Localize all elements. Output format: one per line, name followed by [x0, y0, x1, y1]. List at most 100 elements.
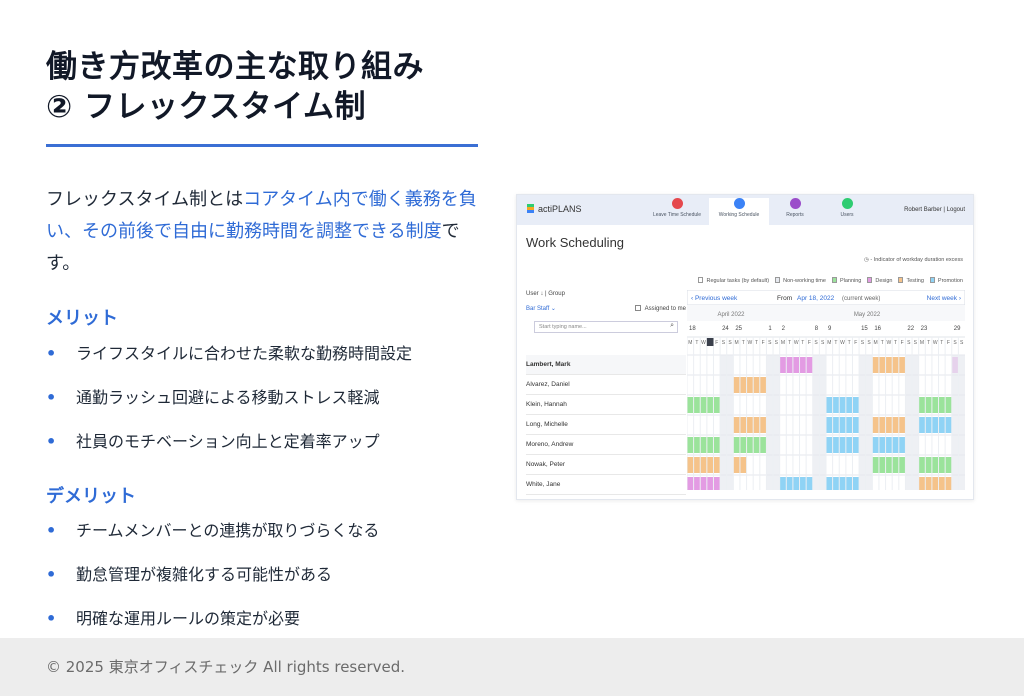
day-letter: S: [814, 340, 818, 346]
day-letter: T: [940, 340, 943, 346]
bullet-icon: •: [46, 521, 57, 540]
day-letter: S: [861, 340, 865, 346]
date-label: 16: [874, 326, 881, 332]
user-sort[interactable]: User ↓ | Group: [526, 291, 686, 305]
merits-list: • ライフスタイルに合わせた柔軟な勤務時間設定 • 通勤ラッシュ回避による移動ストレ…: [46, 344, 486, 476]
schedule-block: [733, 437, 767, 453]
date-label: 1: [768, 326, 772, 332]
working-schedule-icon: [733, 198, 745, 209]
users-icon: [841, 198, 853, 209]
day-letter: S: [907, 340, 911, 346]
user-links[interactable]: Robert Barber | Logout: [904, 207, 965, 213]
app-screenshot: actiPLANS Leave Time Schedule Working Sc…: [516, 194, 974, 500]
employee-name-row[interactable]: Nowak, Peter: [526, 455, 686, 475]
schedule-block: [872, 357, 906, 373]
bullet-icon: •: [46, 565, 57, 584]
group-filter[interactable]: Bar Staff ⌄: [526, 306, 556, 312]
schedule-block: [826, 417, 860, 433]
employee-name-row[interactable]: White, Jane: [526, 475, 686, 495]
legend-label: Planning: [839, 278, 862, 284]
list-item: • 通勤ラッシュ回避による移動ストレス軽減: [46, 388, 486, 432]
day-letter: M: [874, 340, 878, 346]
nav-leave-time[interactable]: Leave Time Schedule: [647, 198, 707, 218]
schedule-block: [687, 437, 721, 453]
search-icon: ⌕: [670, 322, 674, 329]
schedule-block: [779, 357, 813, 373]
day-letter: M: [827, 340, 831, 346]
nav-label: Reports: [786, 212, 804, 218]
day-letter: W: [840, 340, 845, 346]
non-working-day: [859, 355, 866, 490]
assigned-to-me-checkbox[interactable]: Assigned to me: [634, 305, 686, 312]
demerit-text: 明確な運用ルールの策定が必要: [76, 609, 301, 628]
employee-name-row[interactable]: Long, Michelle: [526, 415, 686, 435]
day-letter: S: [728, 340, 732, 346]
schedule-block: [872, 457, 906, 473]
legend-swatch: [898, 277, 904, 283]
date-label: 2: [782, 326, 786, 332]
search-placeholder: Start typing name...: [539, 324, 587, 330]
day-letter: W: [887, 340, 892, 346]
employee-name-row[interactable]: Moreno, Andrew: [526, 435, 686, 455]
day-letter: T: [927, 340, 930, 346]
employee-name-row[interactable]: Lambert, Mark: [526, 355, 686, 375]
day-letter: F: [854, 340, 857, 346]
from-label: From: [777, 295, 792, 302]
leave-time-icon: [671, 198, 683, 209]
day-letter: M: [781, 340, 785, 346]
non-working-day: [726, 355, 734, 490]
day-letter: S: [960, 340, 964, 346]
page-title-line1: 働き方改革の主な取り組み: [46, 49, 424, 85]
schedule-block: [918, 397, 952, 413]
nav-working-schedule[interactable]: Working Schedule: [709, 198, 769, 225]
nav-users[interactable]: Users: [817, 198, 877, 218]
checkbox-icon: [634, 305, 641, 311]
day-letter: T: [848, 340, 851, 346]
employee-name-row[interactable]: Alvarez, Daniel: [526, 375, 686, 395]
demerit-text: 勤怠管理が複雑化する可能性がある: [76, 565, 333, 584]
list-item: • チームメンバーとの連携が取りづらくなる: [46, 521, 486, 565]
nav-label: Users: [840, 212, 854, 218]
date-label: 22: [907, 326, 914, 332]
date-label: 15: [861, 326, 868, 332]
date-label: 9: [828, 326, 832, 332]
page-title-line2: ② フレックスタイム制: [46, 89, 366, 125]
day-letter: S: [867, 340, 871, 346]
non-working-day: [819, 355, 826, 490]
nav-reports[interactable]: Reports: [765, 198, 825, 218]
name-search-input[interactable]: Start typing name... ⌕: [534, 321, 678, 333]
legend-label: Non-working time: [783, 278, 826, 284]
legend-label: Design: [875, 278, 893, 284]
day-letter: S: [914, 340, 918, 346]
footer: © 2025 東京オフィスチェック All rights reserved.: [0, 638, 1024, 696]
day-letter: F: [947, 340, 950, 346]
day-letter: M: [688, 340, 692, 346]
day-letter: S: [821, 340, 825, 346]
day-letter: W: [748, 340, 753, 346]
day-letter: M: [735, 340, 739, 346]
schedule-block: [779, 477, 813, 490]
intro-paragraph: フレックスタイム制とはコアタイム内で働く義務を負い、その前後で自由に勤務時間を調…: [46, 184, 482, 280]
color-legend: Regular tasks (by default) Non-working ti…: [692, 277, 963, 284]
schedule-grid-svg: ‹ Previous week From Apr 18, 2022 (current …: [687, 290, 965, 490]
non-working-day: [812, 355, 820, 490]
reports-icon: [789, 198, 801, 209]
schedule-block: [918, 457, 952, 473]
day-letter: T: [788, 340, 791, 346]
employee-name-row[interactable]: Klein, Hannah: [526, 395, 686, 415]
filter-row: Bar Staff ⌄ Assigned to me: [526, 305, 686, 319]
date-label: 18: [689, 326, 696, 332]
schedule-block: [733, 377, 767, 393]
schedule-block: [687, 457, 721, 473]
current-week-label: (current week): [842, 296, 880, 302]
merit-text: 通勤ラッシュ回避による移動ストレス軽減: [76, 388, 380, 407]
date-label: 25: [735, 326, 742, 332]
day-letter: F: [715, 340, 718, 346]
date-label: 24: [722, 326, 729, 332]
day-letter: W: [794, 340, 799, 346]
bullet-icon: •: [46, 609, 57, 628]
schedule-block: [733, 417, 767, 433]
bullet-icon: •: [46, 344, 57, 363]
list-item: • ライフスタイルに合わせた柔軟な勤務時間設定: [46, 344, 486, 388]
date-label: 8: [815, 326, 819, 332]
